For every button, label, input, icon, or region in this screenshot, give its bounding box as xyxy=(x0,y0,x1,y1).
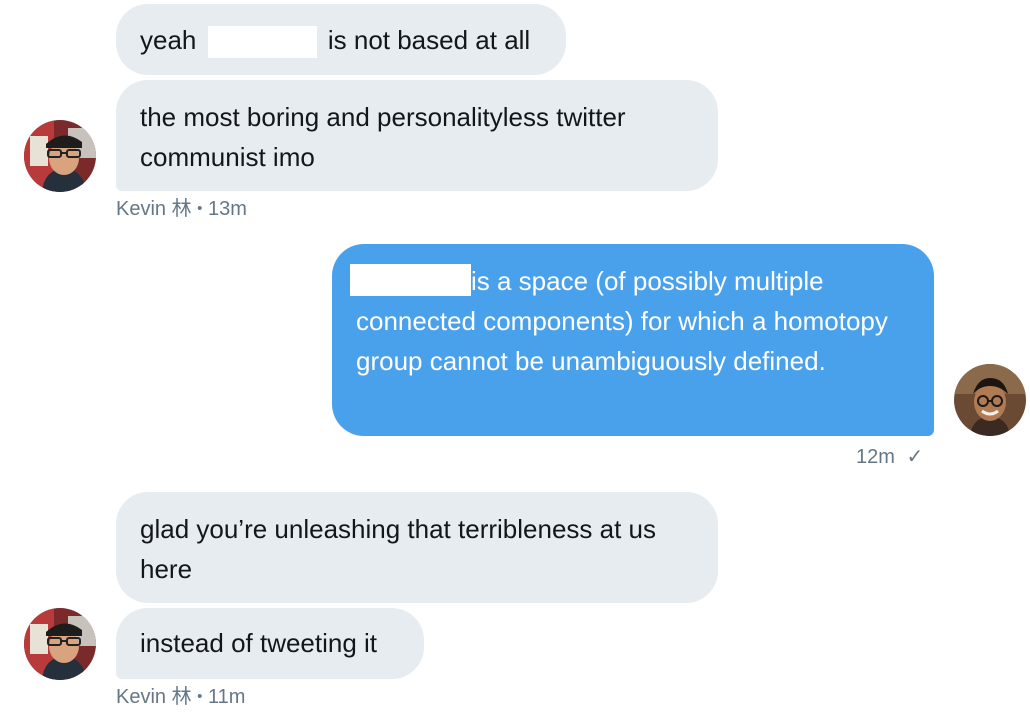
message-timestamp: 12m xyxy=(856,446,895,468)
avatar-image xyxy=(24,608,96,680)
message-text-start: yeah xyxy=(140,25,197,55)
redacted-name xyxy=(207,26,317,59)
message-timestamp: 11m xyxy=(207,686,246,708)
sent-message-bubble[interactable]: is a space (of possibly multiple connect… xyxy=(332,244,934,436)
sender-name[interactable]: Kevin 林 xyxy=(116,198,192,220)
message-text-end: is not based at all xyxy=(327,25,531,55)
received-message-bubble[interactable]: the most boring and personalityless twit… xyxy=(116,80,718,191)
sender-name[interactable]: Kevin 林 xyxy=(116,686,192,708)
meta-separator: • xyxy=(197,200,203,217)
message-text: instead of tweeting it xyxy=(140,628,378,658)
sender-avatar[interactable] xyxy=(24,120,96,192)
sent-check-icon: ✓ xyxy=(906,446,924,468)
message-meta: 12m ✓ xyxy=(856,445,923,469)
redacted-term xyxy=(350,264,471,296)
received-message-bubble[interactable]: glad you’re unleashing that terribleness… xyxy=(116,492,718,603)
received-message-bubble[interactable]: yeah is not based at all xyxy=(116,4,566,75)
sender-avatar[interactable] xyxy=(24,608,96,680)
received-message-bubble[interactable]: instead of tweeting it xyxy=(116,608,424,679)
avatar-image xyxy=(24,120,96,192)
message-text: glad you’re unleashing that terribleness… xyxy=(140,514,656,584)
own-avatar[interactable] xyxy=(954,364,1026,436)
message-text: the most boring and personalityless twit… xyxy=(140,102,626,172)
meta-separator: • xyxy=(197,688,203,705)
message-meta: Kevin 林 • 11m xyxy=(116,685,245,709)
message-meta: Kevin 林 • 13m xyxy=(116,197,247,221)
avatar-image xyxy=(954,364,1026,436)
message-timestamp: 13m xyxy=(207,198,247,220)
dm-conversation: yeah is not based at all the most boring… xyxy=(0,0,1030,724)
